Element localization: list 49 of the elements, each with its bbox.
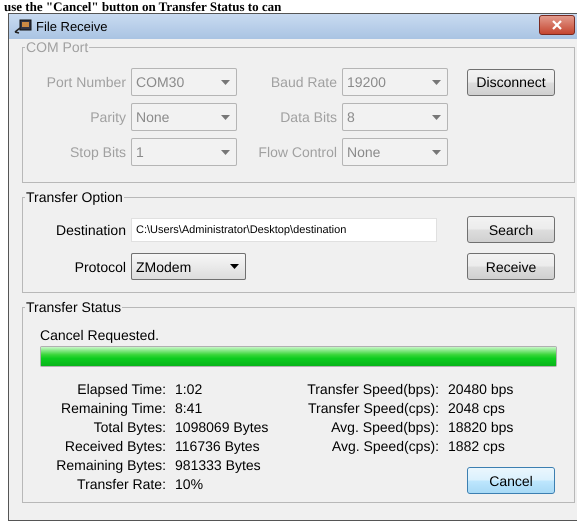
- stat-value: 981333 Bytes: [175, 456, 262, 475]
- field-label: Port Number: [46, 74, 126, 90]
- stat-label: Avg. Speed(cps):: [330, 437, 439, 456]
- group-title: Transfer Option: [25, 189, 124, 205]
- receive-button[interactable]: Receive: [467, 253, 555, 280]
- group-title: Transfer Status: [25, 299, 122, 315]
- stat-label: Avg. Speed(bps):: [330, 418, 439, 437]
- field-label: Flow Control: [257, 144, 337, 160]
- caret-icon: [221, 150, 230, 154]
- stat-value: 1098069 Bytes: [175, 418, 270, 437]
- caret-icon: [432, 114, 441, 120]
- status-message: Cancel Requested.: [39, 326, 160, 344]
- field-label: Parity: [89, 109, 126, 125]
- caret-icon: [432, 80, 441, 84]
- stat-value: 20480 bps: [448, 380, 514, 399]
- stat-label: Remaining Time:: [60, 399, 166, 418]
- window-title: File Receive: [36, 19, 108, 34]
- caret-icon: [432, 150, 441, 154]
- stat-value: 10%: [175, 475, 204, 494]
- computer-icon: [14, 18, 32, 34]
- stat-label: Total Bytes:: [92, 418, 166, 437]
- caret-icon: [221, 80, 230, 84]
- stat-label: Received Bytes:: [64, 437, 166, 456]
- stat-value: 8:41: [175, 399, 204, 418]
- field-label: Baud Rate: [270, 74, 337, 90]
- field-label: Destination: [54, 222, 126, 238]
- close-icon: [551, 20, 563, 30]
- destination-field[interactable]: C:\Users\Administrator\Desktop\destination: [131, 218, 437, 242]
- cancel-button[interactable]: Cancel: [467, 467, 555, 494]
- stat-value: 2048 cps: [448, 399, 506, 418]
- stat-value: 18820 bps: [448, 418, 514, 437]
- stat-value: 1:02: [175, 380, 204, 399]
- field-label: Stop Bits: [68, 144, 126, 160]
- field-label: Data Bits: [279, 109, 337, 125]
- protocol-dropdown[interactable]: ZModem: [131, 253, 246, 280]
- stat-value: 116736 Bytes: [175, 437, 261, 456]
- group-title: COM Port: [25, 39, 90, 55]
- caret-icon: [221, 114, 230, 120]
- close-button[interactable]: [539, 14, 575, 34]
- page-text: use the "Cancel" button on Transfer Status to can: [3, 0, 282, 13]
- stat-value: 1882 cps: [448, 437, 506, 456]
- field-label: Protocol: [74, 258, 126, 274]
- stat-label: Remaining Bytes:: [55, 456, 166, 475]
- stat-label: Transfer Rate:: [76, 475, 166, 494]
- caret-icon: [230, 264, 239, 269]
- stat-label: Transfer Speed(cps):: [307, 399, 439, 418]
- search-button[interactable]: Search: [467, 216, 555, 243]
- stat-label: Transfer Speed(bps):: [306, 380, 439, 399]
- stat-label: Elapsed Time:: [76, 380, 166, 399]
